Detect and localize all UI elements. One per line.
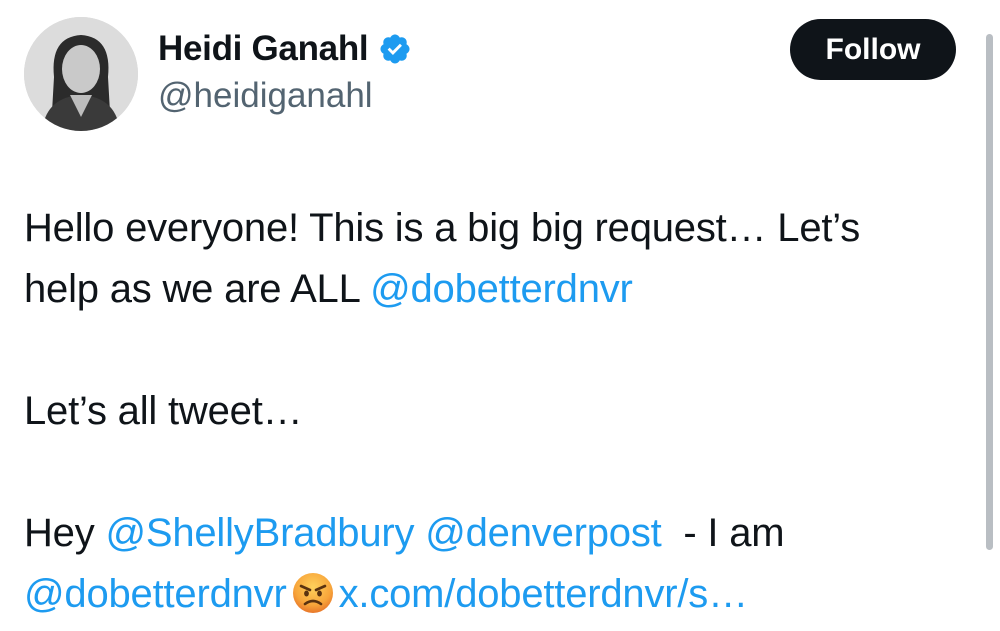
tweet-line: @dobetterdnvr x.com/dobetterdnvr/s… (24, 564, 974, 625)
mention-link-shellybradbury[interactable]: @ShellyBradbury (105, 511, 414, 555)
tweet-url-link[interactable]: x.com/dobetterdnvr/s… (339, 572, 748, 616)
tweet-text-segment: Hello everyone! This is a big big reques… (24, 206, 861, 250)
angry-face-emoji-icon (292, 573, 333, 613)
tweet-text-segment: Hey (24, 511, 106, 555)
follow-button[interactable]: Follow (790, 19, 956, 80)
tweet-text-segment: help as we are ALL (24, 267, 371, 311)
display-name[interactable]: Heidi Ganahl (158, 27, 369, 71)
tweet-card: Heidi Ganahl @heidiganahl Follow Hello e… (0, 0, 1000, 631)
tweet-text-segment: Let’s all tweet… (24, 389, 303, 433)
tweet-text: Hello everyone! This is a big big reques… (24, 198, 974, 625)
name-row: Heidi Ganahl (158, 27, 412, 71)
avatar-photo (24, 17, 138, 131)
tweet-line: help as we are ALL @dobetterdnvr (24, 259, 974, 320)
tweet-line: Hello everyone! This is a big big reques… (24, 198, 974, 259)
tweet-line: Hey @ShellyBradbury @denverpost - I am (24, 503, 974, 564)
mention-link-dobetterdnvr[interactable]: @dobetterdnvr (370, 267, 633, 311)
mention-link-dobetterdnvr-2[interactable]: @dobetterdnvr (24, 572, 287, 616)
tweet-text-segment: - I am (661, 511, 785, 555)
user-handle[interactable]: @heidiganahl (158, 74, 373, 118)
avatar[interactable] (24, 17, 138, 131)
mention-link-denverpost[interactable]: @denverpost (425, 511, 662, 555)
scrollbar[interactable] (986, 34, 993, 550)
verified-badge-icon (380, 34, 410, 64)
tweet-line: Let’s all tweet… (24, 381, 974, 442)
